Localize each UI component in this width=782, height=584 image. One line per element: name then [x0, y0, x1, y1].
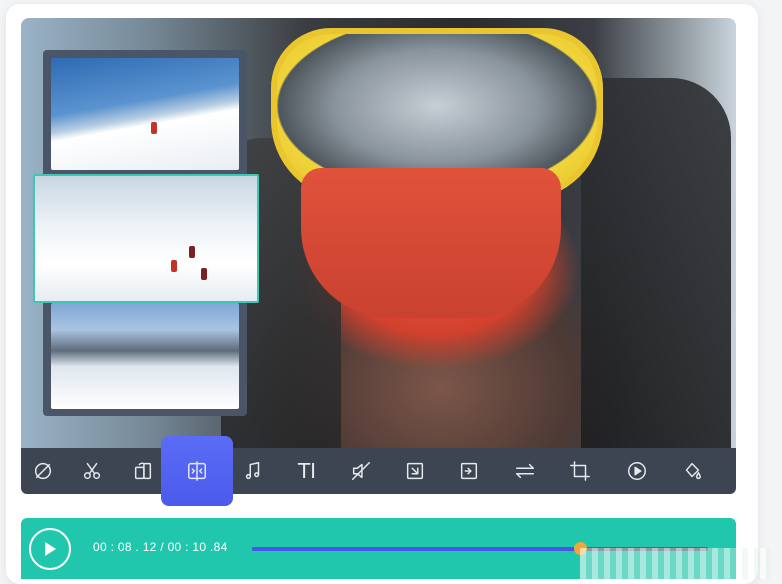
cut-button[interactable]	[70, 448, 114, 494]
crop-button[interactable]	[558, 448, 602, 494]
hide-icon	[34, 462, 52, 480]
clip-thumbnail[interactable]	[51, 58, 239, 170]
total-time: 00 : 10 .84	[167, 540, 228, 554]
music-icon	[245, 462, 260, 480]
face-mask	[301, 168, 561, 318]
fill-button[interactable]	[670, 448, 714, 494]
skier-figure	[201, 268, 207, 280]
skier-figure	[151, 122, 157, 134]
play-icon	[45, 542, 56, 556]
progress-fill	[252, 547, 581, 551]
text-icon: TI	[297, 459, 317, 483]
mute-button[interactable]	[339, 448, 383, 494]
hide-button[interactable]	[21, 448, 65, 494]
export-button[interactable]	[447, 448, 491, 494]
resize-icon	[406, 462, 424, 480]
edit-toolbar: TI	[21, 436, 736, 506]
pixel-artifact	[580, 548, 770, 579]
clip-thumbnail-selected[interactable]	[33, 174, 259, 303]
rotate-button[interactable]	[121, 448, 165, 494]
resize-button[interactable]	[393, 448, 437, 494]
time-readout: 00 : 08 . 12 / 00 : 10 .84	[93, 540, 228, 554]
jacket-right	[581, 78, 731, 448]
scissors-icon	[83, 462, 101, 480]
clip-thumbnail[interactable]	[51, 303, 239, 409]
split-icon	[188, 461, 206, 481]
current-time: 00 : 08 . 12	[93, 540, 157, 554]
export-icon	[460, 462, 478, 480]
mute-icon	[352, 462, 370, 480]
music-button[interactable]	[231, 448, 275, 494]
swap-icon	[516, 463, 534, 479]
crop-icon	[570, 461, 590, 481]
rotate-icon	[134, 462, 152, 480]
time-separator: /	[156, 540, 168, 554]
text-button[interactable]: TI	[285, 448, 329, 494]
swap-button[interactable]	[503, 448, 547, 494]
play-button[interactable]	[29, 528, 71, 570]
preview-button[interactable]	[615, 448, 659, 494]
skier-figure	[189, 246, 195, 258]
skier-figure	[171, 260, 177, 272]
split-button[interactable]	[161, 436, 233, 506]
fill-icon	[685, 462, 701, 480]
play-circle-icon	[628, 462, 646, 480]
